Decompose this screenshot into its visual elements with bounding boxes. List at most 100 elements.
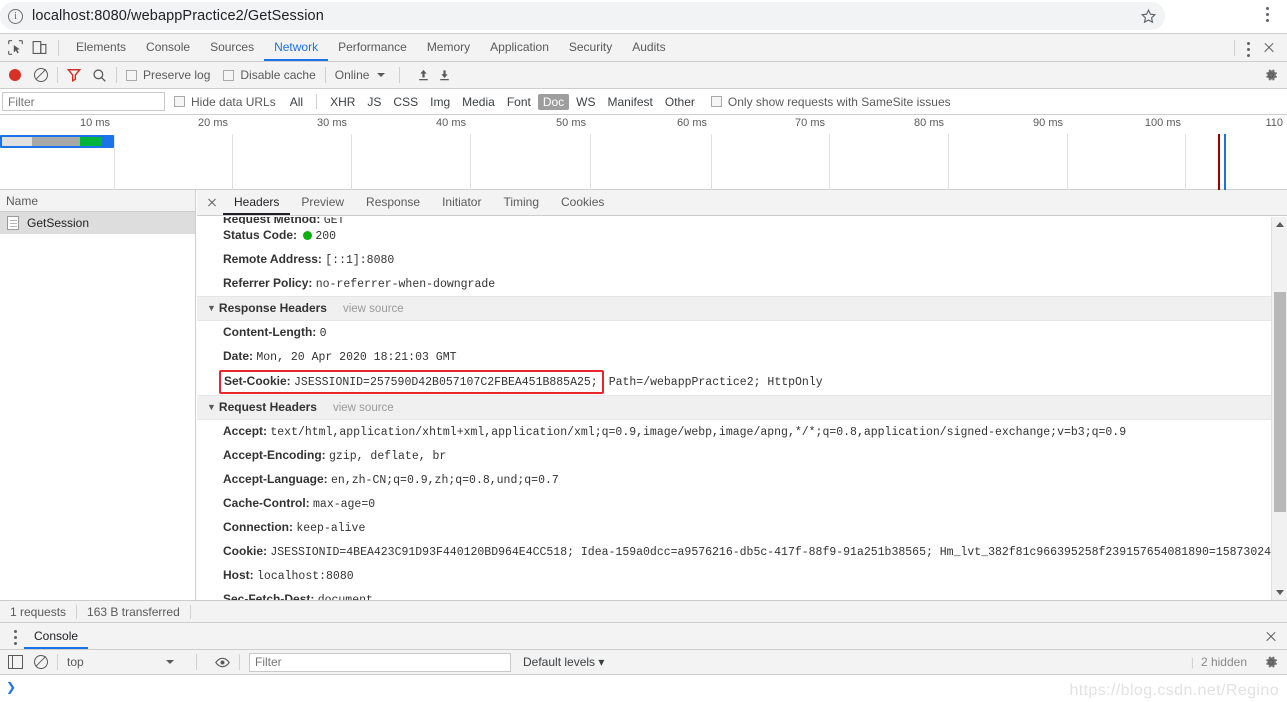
scroll-up-icon[interactable] xyxy=(1272,217,1287,233)
tab-application[interactable]: Application xyxy=(480,34,559,61)
console-prompt[interactable]: ❯ xyxy=(0,675,1287,702)
devtools-panel: Elements Console Sources Network Perform… xyxy=(0,33,1287,702)
clear-button[interactable] xyxy=(34,68,48,82)
tab-audits[interactable]: Audits xyxy=(622,34,675,61)
console-drawer: Console top Default levels ▾ xyxy=(0,622,1287,695)
filter-type-js[interactable]: JS xyxy=(362,94,386,110)
hide-data-urls-checkbox[interactable]: Hide data URLs xyxy=(174,95,276,109)
tab-sources[interactable]: Sources xyxy=(200,34,264,61)
view-source-link[interactable]: view source xyxy=(343,303,404,315)
filter-funnel-icon[interactable] xyxy=(67,68,81,82)
filter-input[interactable] xyxy=(2,92,165,111)
disable-cache-box[interactable] xyxy=(223,69,235,81)
throttling-select[interactable]: Online xyxy=(335,68,386,82)
filter-type-doc[interactable]: Doc xyxy=(537,93,570,110)
filter-type-font[interactable]: Font xyxy=(502,94,536,110)
hidden-messages-count: | 2 hidden xyxy=(1190,655,1247,669)
devtools-tabstrip: Elements Console Sources Network Perform… xyxy=(0,34,1287,62)
load-event-marker xyxy=(1224,134,1226,190)
response-headers-section-title[interactable]: ▼ Response Headers view source xyxy=(197,296,1271,321)
tab-performance[interactable]: Performance xyxy=(328,34,417,61)
request-headers-section-title[interactable]: ▼ Request Headers view source xyxy=(197,395,1271,420)
close-devtools-icon[interactable] xyxy=(1257,38,1281,58)
filter-type-other[interactable]: Other xyxy=(660,94,700,110)
drawer-tab-console[interactable]: Console xyxy=(24,623,88,649)
log-levels-selector[interactable]: Default levels ▾ xyxy=(523,655,604,669)
request-row-sec-fetch-dest: Sec-Fetch-Dest: document xyxy=(197,588,1271,600)
context-selector[interactable]: top xyxy=(67,655,187,669)
detail-scrollbar[interactable] xyxy=(1271,217,1287,600)
filter-type-css[interactable]: CSS xyxy=(388,94,423,110)
tab-timing[interactable]: Timing xyxy=(492,190,550,215)
chevron-down-icon[interactable]: ▼ xyxy=(207,297,216,319)
tab-security[interactable]: Security xyxy=(559,34,622,61)
more-options-icon[interactable] xyxy=(1239,39,1257,57)
samesite-checkbox[interactable]: Only show requests with SameSite issues xyxy=(710,95,951,109)
address-bar[interactable]: i localhost:8080/webappPractice2/GetSess… xyxy=(0,2,1165,30)
status-divider-2 xyxy=(189,604,191,619)
table-row[interactable]: GetSession xyxy=(0,212,195,234)
live-expression-icon[interactable] xyxy=(215,656,230,669)
record-button[interactable] xyxy=(9,69,21,81)
tab-memory[interactable]: Memory xyxy=(417,34,480,61)
preserve-log-checkbox[interactable]: Preserve log xyxy=(126,68,210,82)
device-toolbar-icon[interactable] xyxy=(31,39,48,56)
header-value: [::1]:8080 xyxy=(325,254,395,267)
chevron-down-icon[interactable] xyxy=(377,73,386,77)
close-detail-icon[interactable] xyxy=(201,192,223,214)
samesite-box[interactable] xyxy=(710,96,722,107)
toolbar-divider-3 xyxy=(324,67,326,83)
search-icon[interactable] xyxy=(92,68,107,83)
bookmark-star-icon[interactable] xyxy=(1140,8,1157,25)
tab-console[interactable]: Console xyxy=(136,34,200,61)
overview-waterfall-bar xyxy=(0,135,114,148)
overview-tick: 110 xyxy=(1265,117,1283,129)
drawer-more-icon[interactable] xyxy=(6,627,24,645)
hide-data-urls-box[interactable] xyxy=(174,96,185,107)
info-circle-icon[interactable]: i xyxy=(8,8,23,24)
filter-type-xhr[interactable]: XHR xyxy=(325,94,360,110)
network-filter-bar: Hide data URLs All XHR JS CSS Img Media … xyxy=(0,89,1287,115)
inspect-element-icon[interactable] xyxy=(7,39,24,56)
filter-type-img[interactable]: Img xyxy=(425,94,455,110)
console-divider-2 xyxy=(196,654,197,670)
request-row-accept-encoding: Accept-Encoding: gzip, deflate, br xyxy=(197,444,1271,468)
request-list-header-name[interactable]: Name xyxy=(0,190,195,212)
header-key: Accept: xyxy=(223,424,268,438)
export-har-icon[interactable] xyxy=(438,68,451,82)
general-row-referrer-policy: Referrer Policy: no-referrer-when-downgr… xyxy=(197,272,1271,296)
filter-type-all[interactable]: All xyxy=(285,94,308,110)
close-drawer-icon[interactable] xyxy=(1261,626,1281,646)
network-overview[interactable]: 10 ms 20 ms 30 ms 40 ms 50 ms 60 ms 70 m… xyxy=(0,115,1287,190)
filter-type-manifest[interactable]: Manifest xyxy=(603,94,658,110)
gear-icon[interactable] xyxy=(1263,654,1279,670)
tab-headers[interactable]: Headers xyxy=(223,190,290,215)
overview-tick: 40 ms xyxy=(436,117,466,129)
console-filter-input[interactable] xyxy=(249,652,511,672)
scrollbar-thumb[interactable] xyxy=(1274,292,1286,512)
view-source-link[interactable]: view source xyxy=(333,402,394,414)
preserve-log-box[interactable] xyxy=(126,69,137,81)
console-toolbar: top Default levels ▾ |2 hidden xyxy=(0,650,1287,675)
tab-preview[interactable]: Preview xyxy=(290,190,355,215)
clear-console-icon[interactable] xyxy=(34,655,48,669)
chevron-down-icon[interactable] xyxy=(165,660,174,664)
browser-menu-icon[interactable] xyxy=(1258,7,1276,26)
overview-tick: 10 ms xyxy=(80,117,110,129)
tab-response[interactable]: Response xyxy=(355,190,431,215)
tab-initiator[interactable]: Initiator xyxy=(431,190,492,215)
overview-tick: 80 ms xyxy=(914,117,944,129)
scroll-down-icon[interactable] xyxy=(1272,584,1287,600)
headers-content: Request Method: GET Status Code: 200 Rem… xyxy=(197,217,1271,600)
filter-type-ws[interactable]: WS xyxy=(571,94,600,110)
import-har-icon[interactable] xyxy=(417,68,430,82)
tab-network[interactable]: Network xyxy=(264,34,328,61)
disable-cache-checkbox[interactable]: Disable cache xyxy=(223,68,316,82)
tab-cookies[interactable]: Cookies xyxy=(550,190,615,215)
tab-elements[interactable]: Elements xyxy=(66,34,136,61)
gear-icon[interactable] xyxy=(1263,67,1279,83)
filter-type-media[interactable]: Media xyxy=(457,94,500,110)
document-icon xyxy=(7,216,19,230)
chevron-down-icon[interactable]: ▼ xyxy=(207,396,216,418)
console-sidebar-icon[interactable] xyxy=(8,655,23,669)
